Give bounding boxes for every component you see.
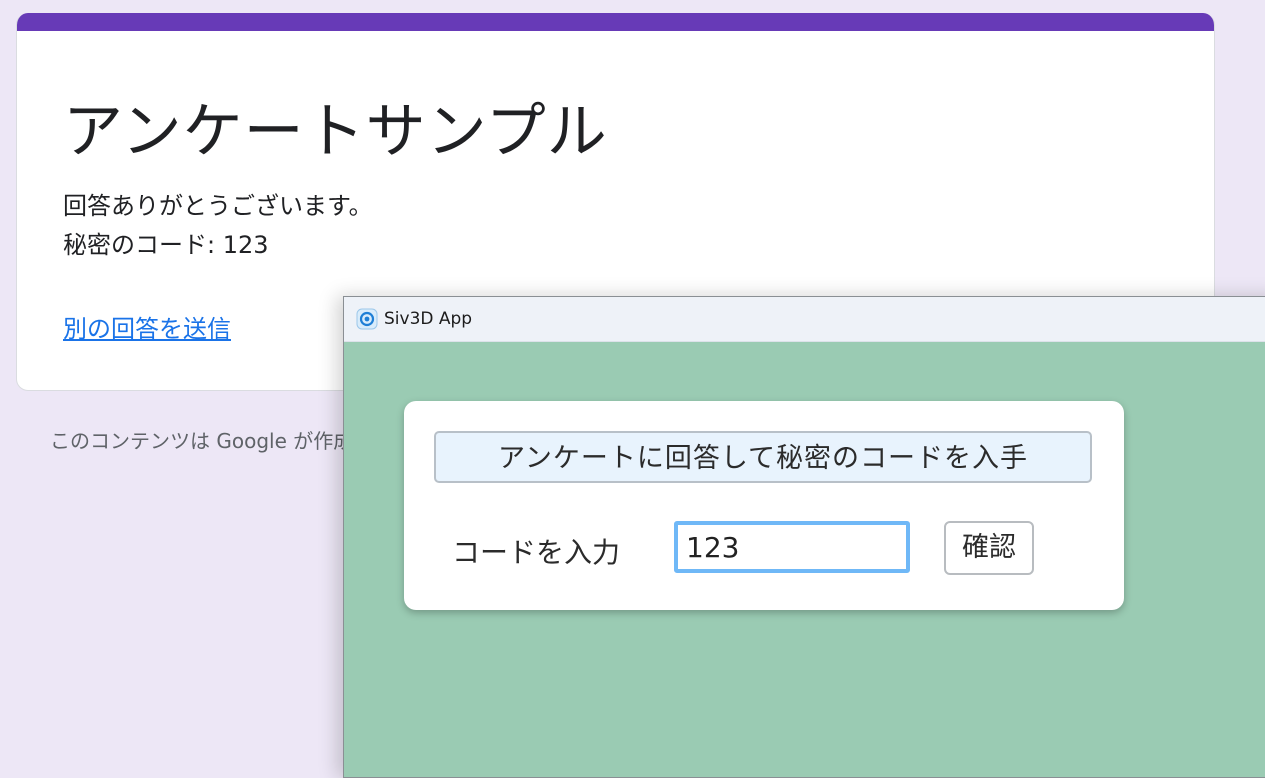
siv3d-icon	[356, 308, 378, 330]
code-input[interactable]	[674, 521, 910, 573]
window-titlebar[interactable]: Siv3D App	[344, 297, 1265, 342]
form-message: 回答ありがとうございます。 秘密のコード: 123	[63, 187, 373, 265]
form-message-thanks: 回答ありがとうございます。	[63, 192, 373, 220]
window-title: Siv3D App	[384, 309, 473, 329]
form-title: アンケートサンプル	[63, 97, 608, 167]
confirm-button[interactable]: 確認	[944, 521, 1034, 575]
form-accent-bar	[17, 13, 1214, 31]
code-panel: アンケートに回答して秘密のコードを入手 コードを入力 確認	[404, 401, 1124, 610]
code-input-label: コードを入力	[452, 536, 621, 569]
siv3d-app-window: Siv3D App アンケートに回答して秘密のコードを入手 コードを入力 確認	[343, 296, 1265, 778]
form-message-code: 秘密のコード: 123	[63, 231, 269, 259]
submit-another-link[interactable]: 別の回答を送信	[63, 309, 231, 344]
get-code-survey-button[interactable]: アンケートに回答して秘密のコードを入手	[434, 431, 1092, 483]
